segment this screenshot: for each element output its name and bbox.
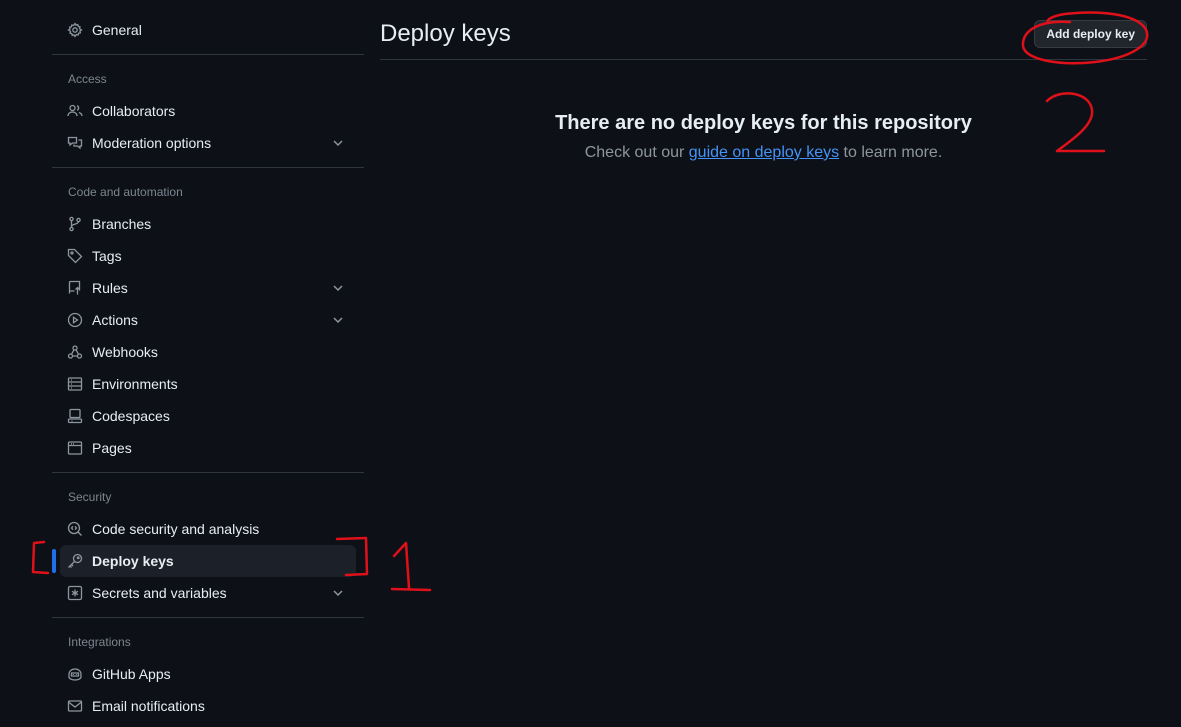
chevron-down-icon[interactable]	[330, 585, 346, 601]
browser-icon	[67, 440, 83, 456]
sidebar-item-label: Email notifications	[92, 698, 205, 714]
blank-text-after: to learn more.	[839, 144, 943, 161]
sidebar-item-label: Deploy keys	[92, 553, 174, 569]
chevron-down-icon[interactable]	[330, 312, 346, 328]
group-title-security: Security	[68, 490, 112, 504]
codespaces-icon	[67, 408, 83, 424]
sidebar-item-general[interactable]: General	[52, 14, 364, 46]
sidebar-item-webhooks[interactable]: Webhooks	[52, 336, 364, 368]
sidebar-item-github-apps[interactable]: GitHub Apps	[52, 658, 364, 690]
sidebar-item-deploy-keys[interactable]: Deploy keys	[52, 545, 356, 577]
copilot-icon	[67, 666, 83, 682]
blank-text-before: Check out our	[584, 144, 689, 161]
sidebar-item-label: Codespaces	[92, 408, 170, 424]
sidebar-item-label: Moderation options	[92, 135, 212, 151]
sidebar-item-moderation[interactable]: Moderation options	[52, 127, 364, 159]
blank-state-title: There are no deploy keys for this reposi…	[555, 112, 972, 134]
settings-sidebar: General Access Collaborators Moderation …	[52, 14, 364, 722]
sidebar-divider	[52, 54, 364, 55]
group-title-access: Access	[68, 72, 107, 86]
chevron-down-icon[interactable]	[330, 280, 346, 296]
server-icon	[67, 376, 83, 392]
comment-discussion-icon	[67, 135, 83, 151]
sidebar-item-label: Webhooks	[92, 344, 158, 360]
annotation-left-bracket	[31, 540, 50, 575]
key-icon	[67, 553, 83, 569]
sidebar-item-label: Branches	[92, 216, 152, 232]
sidebar-item-branches[interactable]: Branches	[52, 208, 364, 240]
sidebar-item-label: Secrets and variables	[92, 585, 227, 601]
main-content: Deploy keys Add deploy key There are no …	[380, 14, 1147, 162]
codescan-icon	[67, 521, 83, 537]
sidebar-item-label: Code security and analysis	[92, 521, 260, 537]
group-title-code-automation: Code and automation	[68, 185, 183, 199]
repo-push-icon	[67, 280, 83, 296]
sidebar-item-label: Collaborators	[92, 103, 176, 119]
blank-state: There are no deploy keys for this reposi…	[380, 112, 1147, 162]
sidebar-item-label: Rules	[92, 280, 128, 296]
mail-icon	[67, 698, 83, 714]
active-indicator	[52, 549, 56, 573]
sidebar-item-environments[interactable]: Environments	[52, 368, 364, 400]
sidebar-item-label: Actions	[92, 312, 138, 328]
sidebar-item-rules[interactable]: Rules	[52, 272, 364, 304]
sidebar-divider	[52, 472, 364, 473]
gear-icon	[67, 22, 83, 38]
sidebar-item-label: General	[92, 22, 142, 38]
play-icon	[67, 312, 83, 328]
sidebar-item-tags[interactable]: Tags	[52, 240, 364, 272]
sidebar-item-secrets[interactable]: Secrets and variables	[52, 577, 364, 609]
blank-state-text: Check out our guide on deploy keys to le…	[380, 144, 1147, 162]
tag-icon	[67, 248, 83, 264]
sidebar-divider	[52, 617, 364, 618]
page-header: Deploy keys Add deploy key	[380, 14, 1147, 60]
sidebar-item-label: Tags	[92, 248, 122, 264]
sidebar-item-label: Pages	[92, 440, 132, 456]
sidebar-item-label: GitHub Apps	[92, 666, 171, 682]
sidebar-item-codespaces[interactable]: Codespaces	[52, 400, 364, 432]
sidebar-item-label: Environments	[92, 376, 178, 392]
sidebar-item-collaborators[interactable]: Collaborators	[52, 95, 364, 127]
deploy-keys-guide-link[interactable]: guide on deploy keys	[689, 144, 839, 161]
sidebar-item-code-security[interactable]: Code security and analysis	[52, 513, 364, 545]
sidebar-item-actions[interactable]: Actions	[52, 304, 364, 336]
group-title-integrations: Integrations	[68, 635, 131, 649]
git-branch-icon	[67, 216, 83, 232]
key-asterisk-icon	[67, 585, 83, 601]
chevron-down-icon[interactable]	[330, 135, 346, 151]
add-deploy-key-button[interactable]: Add deploy key	[1034, 20, 1147, 48]
annotation-number-1	[390, 541, 432, 592]
sidebar-item-email-notifications[interactable]: Email notifications	[52, 690, 364, 722]
page-title: Deploy keys	[380, 20, 511, 47]
settings-page: General Access Collaborators Moderation …	[0, 0, 1181, 727]
webhook-icon	[67, 344, 83, 360]
sidebar-item-pages[interactable]: Pages	[52, 432, 364, 464]
sidebar-divider	[52, 167, 364, 168]
people-icon	[67, 103, 83, 119]
